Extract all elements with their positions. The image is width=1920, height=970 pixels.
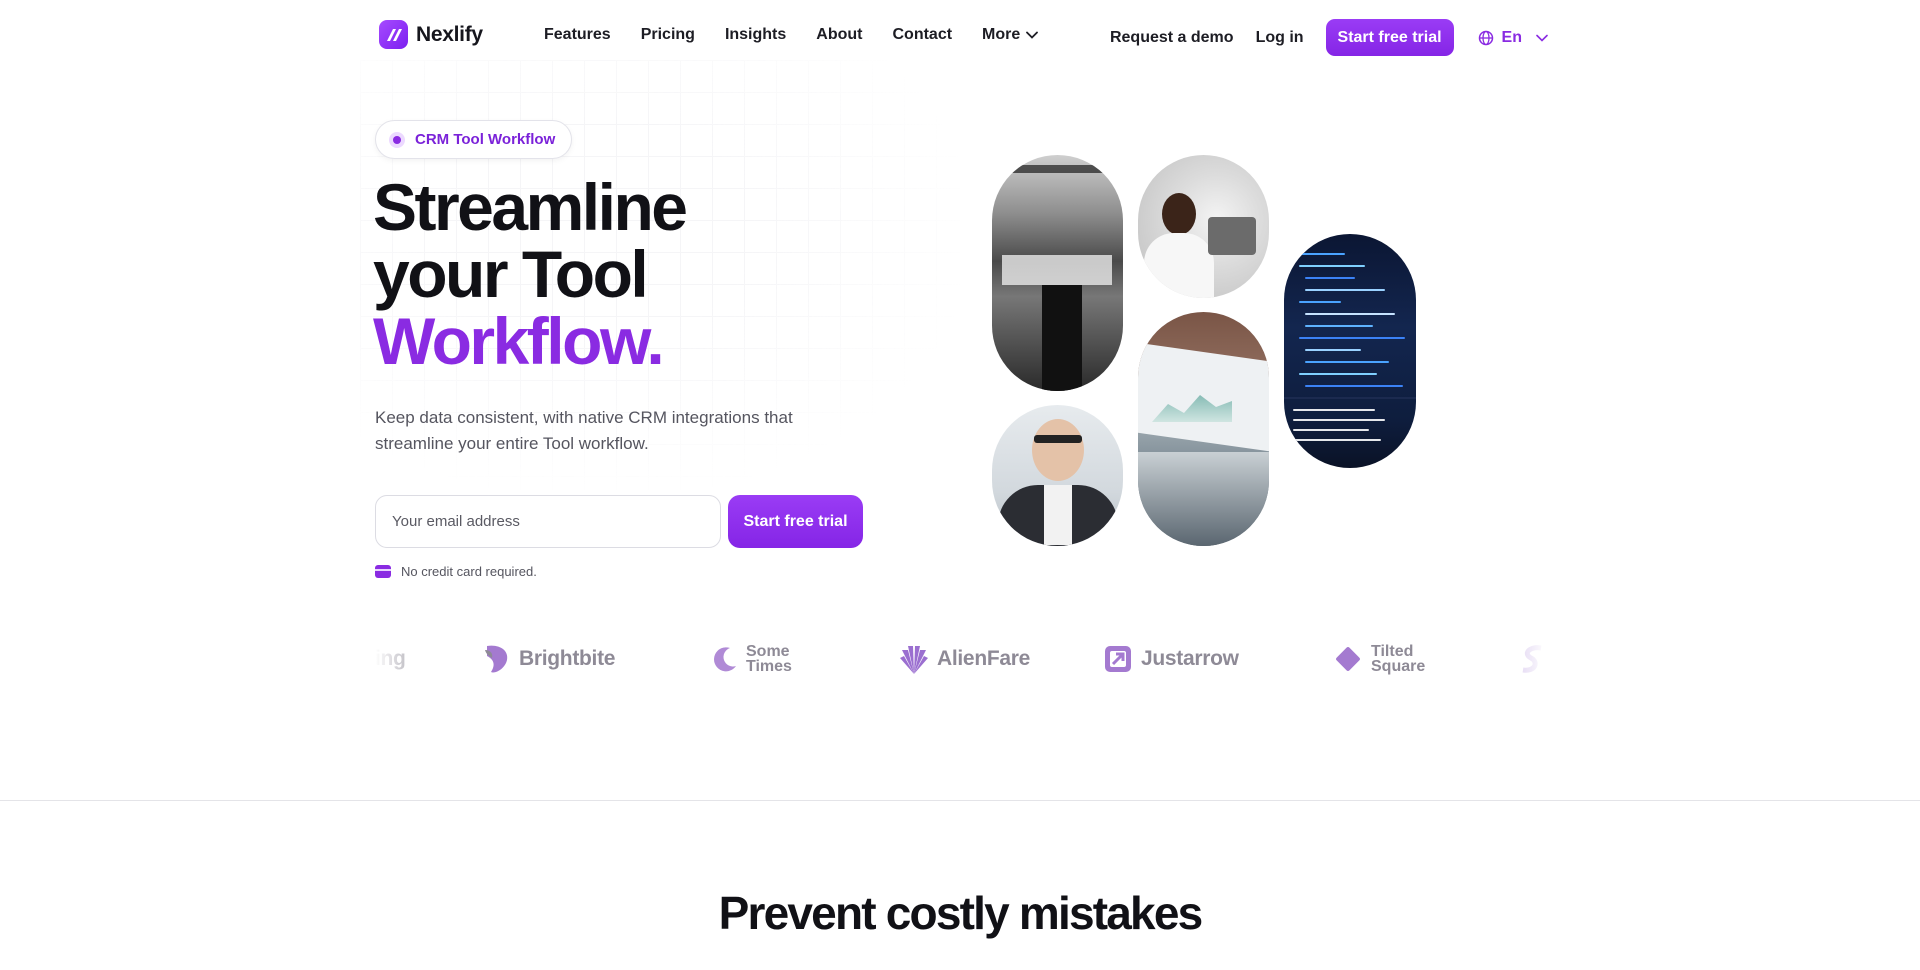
section-divider [0, 800, 1920, 801]
hero-subtitle: Keep data consistent, with native CRM in… [375, 408, 793, 453]
nav-link-features[interactable]: Features [544, 26, 611, 44]
hero-title-line-2: your Tool [373, 237, 649, 311]
brightbite-logo-icon [485, 645, 508, 673]
alienfare-logo-icon [900, 646, 928, 674]
login-link[interactable]: Log in [1256, 29, 1304, 47]
partner-logo-sometimes: Some Times [710, 643, 792, 675]
laptop-dashboard-photo [1138, 312, 1269, 546]
logos-fade-right [1487, 630, 1547, 690]
hero-title-line-3: Workflow. [373, 304, 665, 378]
sometimes-logo-icon [714, 647, 736, 672]
badge-dot-icon [389, 131, 405, 148]
chevron-down-icon [1536, 34, 1548, 42]
sometimes-line-2: Times [746, 658, 792, 675]
hero-badge-label: CRM Tool Workflow [415, 131, 556, 148]
partner-logo-tiltedsquare: Tilted Square [1333, 643, 1426, 675]
nav-link-insights[interactable]: Insights [725, 26, 786, 44]
nav-start-trial-button[interactable]: Start free trial [1325, 19, 1454, 56]
logos-fade-left [375, 630, 435, 690]
partner-logo-alienfare: AlienFare [899, 644, 1030, 674]
request-demo-link[interactable]: Request a demo [1110, 29, 1234, 47]
office-photo [992, 155, 1123, 391]
nav-link-contact[interactable]: Contact [892, 26, 952, 44]
nav-link-pricing[interactable]: Pricing [641, 26, 695, 44]
nav-link-about[interactable]: About [816, 26, 862, 44]
email-input[interactable] [375, 495, 721, 548]
partner-logo-brightbite: Brightbite [483, 644, 615, 674]
nav-actions: Request a demo Log in Start free trial E… [1110, 19, 1548, 56]
hero-start-trial-button[interactable]: Start free trial [728, 495, 863, 548]
section-title: Prevent costly mistakes [718, 887, 1204, 939]
justarrow-logo-icon [1105, 646, 1131, 672]
hero-title: Streamline your Tool Workflow. [373, 170, 688, 378]
partner-logos: ing Brightbite Some Times AlienFare Just… [375, 638, 1547, 682]
no-credit-card-text: No credit card required. [401, 564, 537, 579]
nav-more-dropdown[interactable]: More [982, 26, 1039, 44]
brand-logo-icon [379, 20, 408, 49]
language-selector[interactable]: En [1478, 29, 1548, 47]
tiltedsquare-line-2: Square [1371, 658, 1426, 675]
hero-badge: CRM Tool Workflow [375, 120, 573, 159]
nav-more-label: More [982, 26, 1021, 43]
brand-logo[interactable]: Nexlify [379, 20, 483, 49]
tiltedsquare-logo-icon [1336, 647, 1360, 671]
chevron-down-icon [1026, 31, 1039, 39]
credit-card-icon [375, 565, 391, 578]
sometimes-line-1: Some [746, 643, 790, 660]
businessman-photo [992, 405, 1123, 546]
top-navigation: Nexlify Features Pricing Insights About … [0, 0, 1920, 74]
podcaster-photo [1138, 155, 1269, 298]
no-credit-card-note: No credit card required. [375, 564, 537, 579]
globe-icon [1478, 30, 1493, 45]
partner-logo-justarrow: Justarrow [1103, 644, 1239, 674]
code-editor-photo [1284, 234, 1416, 468]
hero-title-line-1: Streamline [373, 170, 688, 244]
language-label: En [1501, 28, 1522, 46]
brand-name: Nexlify [416, 22, 483, 46]
tiltedsquare-line-1: Tilted [1371, 643, 1414, 660]
nav-links: Features Pricing Insights About Contact … [544, 26, 1039, 44]
